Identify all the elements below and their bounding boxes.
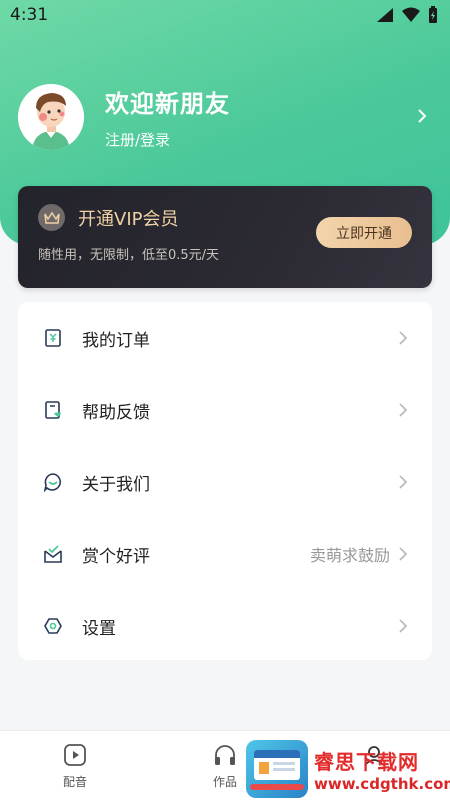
vip-title: 开通VIP会员 (78, 209, 179, 230)
rating-mail-icon (42, 543, 64, 565)
signal-icon (377, 8, 393, 22)
watermark-url: www.cdgthk.com (314, 774, 450, 793)
login-link[interactable]: 注册/登录 (105, 129, 412, 150)
watermark-title: 睿思下载网 (314, 749, 419, 774)
chevron-right-icon (399, 619, 408, 633)
play-square-icon (64, 744, 86, 766)
activate-vip-button[interactable]: 立即开通 (316, 217, 412, 248)
menu-label: 帮助反馈 (82, 402, 150, 423)
battery-icon (429, 6, 437, 23)
nav-label: 作品 (212, 775, 237, 789)
chevron-right-icon (399, 403, 408, 417)
menu-card: 我的订单 帮助反馈 关于我们 赏个好评 卖萌求鼓励 设置 (18, 302, 432, 660)
watermark-text: 睿思下载网 www.cdgthk.com (314, 746, 450, 793)
vip-card[interactable]: 开通VIP会员 随性用，无限制，低至0.5元/天 立即开通 (18, 186, 432, 288)
menu-item-rate-us[interactable]: 赏个好评 卖萌求鼓励 (18, 524, 432, 584)
nav-item-dubbing[interactable]: 配音 (45, 743, 105, 790)
menu-label: 我的订单 (82, 330, 150, 351)
avatar[interactable] (18, 84, 84, 150)
profile-row[interactable]: 欢迎新朋友 注册/登录 (18, 82, 432, 152)
chevron-right-icon (399, 547, 408, 561)
watermark: 睿思下载网 www.cdgthk.com (246, 738, 450, 800)
greeting-title: 欢迎新朋友 (105, 90, 230, 118)
profile-text: 欢迎新朋友 注册/登录 (105, 84, 412, 150)
menu-label: 关于我们 (82, 474, 150, 495)
chat-bubble-icon (42, 471, 64, 493)
nav-label: 配音 (62, 775, 87, 789)
status-bar: 4:31 (0, 0, 450, 30)
wifi-icon (402, 7, 420, 22)
menu-label: 赏个好评 (82, 546, 150, 567)
headphones-icon (215, 745, 235, 765)
chevron-right-icon (399, 475, 408, 489)
menu-item-settings[interactable]: 设置 (18, 596, 432, 656)
menu-hint: 卖萌求鼓励 (309, 546, 390, 565)
menu-label: 设置 (82, 618, 116, 639)
chevron-right-icon (399, 331, 408, 345)
settings-hexagon-icon (42, 615, 64, 637)
menu-item-help-feedback[interactable]: 帮助反馈 (18, 380, 432, 440)
status-time: 4:31 (10, 5, 49, 25)
watermark-logo-icon (246, 740, 308, 798)
order-icon (42, 327, 64, 349)
cartoon-avatar-icon (18, 84, 84, 150)
vip-subtitle: 随性用，无限制，低至0.5元/天 (38, 248, 220, 263)
menu-item-orders[interactable]: 我的订单 (18, 308, 432, 368)
chevron-right-icon[interactable] (412, 105, 432, 130)
crown-icon (38, 204, 65, 231)
menu-item-about-us[interactable]: 关于我们 (18, 452, 432, 512)
feedback-icon (42, 399, 64, 421)
status-icons (376, 6, 438, 24)
